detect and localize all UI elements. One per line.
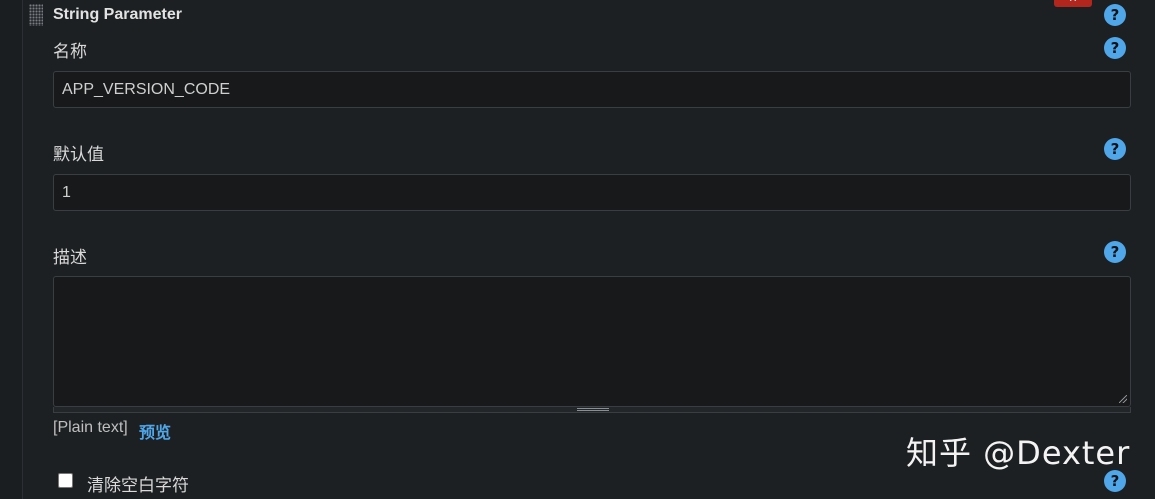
delete-parameter-button[interactable]: X	[1054, 0, 1092, 7]
section-help-icon[interactable]: ?	[1104, 4, 1126, 26]
preview-link[interactable]: 预览	[139, 419, 171, 443]
drag-handle-icon[interactable]	[29, 4, 43, 26]
textarea-expand-bar[interactable]	[53, 407, 1131, 413]
description-label: 描述	[53, 248, 87, 267]
left-gutter	[0, 0, 23, 499]
trim-checkbox-label[interactable]: 清除空白字符	[87, 471, 189, 496]
format-text: [Plain text]	[53, 419, 128, 436]
name-help-icon[interactable]: ?	[1104, 37, 1126, 59]
name-input[interactable]	[53, 71, 1131, 108]
description-textarea[interactable]	[53, 276, 1131, 407]
description-help-icon[interactable]: ?	[1104, 241, 1126, 263]
default-value-help-icon[interactable]: ?	[1104, 138, 1126, 160]
watermark: 知乎 @Dexter	[906, 434, 1131, 472]
expand-handle-icon[interactable]	[577, 408, 609, 411]
resize-grip-icon[interactable]	[1119, 395, 1127, 403]
section-title: String Parameter	[53, 6, 182, 23]
trim-checkbox[interactable]	[58, 473, 73, 488]
default-value-input[interactable]	[53, 174, 1131, 211]
default-value-label: 默认值	[53, 145, 104, 164]
name-label: 名称	[53, 42, 87, 61]
